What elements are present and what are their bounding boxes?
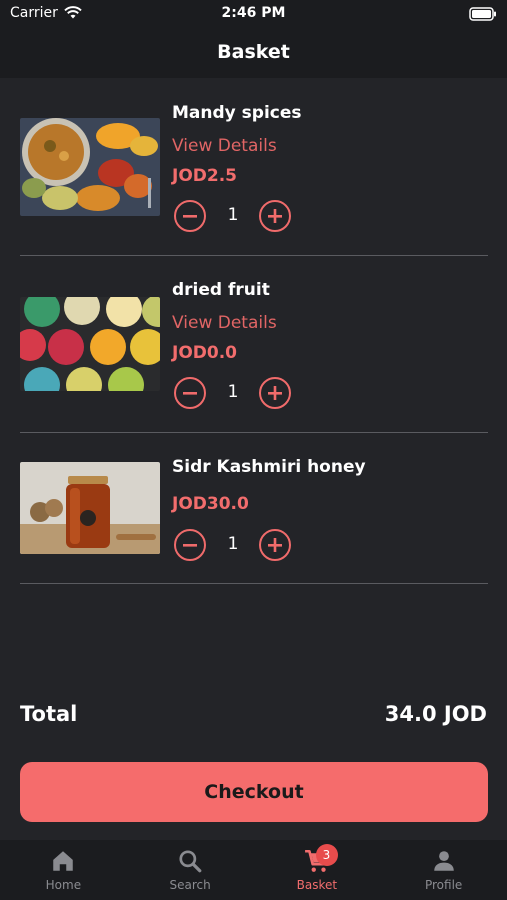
item-name: Sidr Kashmiri honey [172,457,366,477]
decrease-quantity-button[interactable] [174,377,206,409]
minus-icon [183,215,197,218]
tab-bar: Home Search 3 Basket Profile [0,840,507,900]
person-icon [433,851,454,871]
plus-icon [268,538,282,552]
decrease-quantity-button[interactable] [174,529,206,561]
navigation-bar: Basket [0,28,507,78]
view-details-link[interactable]: View Details [172,136,277,156]
tab-search[interactable]: Search [127,840,254,900]
product-image-honey[interactable] [20,462,160,554]
home-icon [53,851,74,871]
total-amount: 34.0 JOD [384,702,487,726]
plus-icon [268,386,282,400]
product-image-dried-fruit[interactable] [20,297,160,391]
total-label: Total [20,702,78,726]
status-bar: Carrier 2:46 PM [0,0,507,28]
increase-quantity-button[interactable] [259,529,291,561]
item-quantity: 1 [227,205,239,225]
item-name: Mandy spices [172,103,302,123]
product-image-spices[interactable] [20,118,160,216]
item-price: JOD0.0 [172,343,238,363]
search-icon [179,850,202,873]
status-time: 2:46 PM [221,5,286,21]
battery-icon [469,7,496,21]
page-title: Basket [217,41,290,63]
minus-icon [183,392,197,395]
tab-home[interactable]: Home [0,840,127,900]
item-price: JOD30.0 [172,494,249,514]
basket-item: Sidr Kashmiri honey JOD30.0 1 [20,454,488,584]
tab-basket[interactable]: 3 Basket [254,840,381,900]
plus-icon [268,209,282,223]
tab-label: Basket [296,878,338,892]
basket-item: dried fruit View Details JOD0.0 1 [20,277,488,427]
item-divider [20,432,488,433]
tab-profile[interactable]: Profile [380,840,507,900]
item-price: JOD2.5 [172,166,238,186]
item-name: dried fruit [172,280,270,300]
increase-quantity-button[interactable] [259,377,291,409]
item-divider [20,583,488,584]
item-quantity: 1 [227,534,239,554]
tab-label: Search [169,878,211,892]
checkout-button[interactable]: Checkout [20,762,488,822]
view-details-link[interactable]: View Details [172,313,277,333]
tab-label: Home [45,878,82,892]
increase-quantity-button[interactable] [259,200,291,232]
minus-icon [183,544,197,547]
basket-item: Mandy spices View Details JOD2.5 1 [20,100,488,250]
tab-label: Profile [424,878,463,892]
decrease-quantity-button[interactable] [174,200,206,232]
item-divider [20,255,488,256]
item-quantity: 1 [227,382,239,402]
cart-count-badge: 3 [315,844,338,866]
